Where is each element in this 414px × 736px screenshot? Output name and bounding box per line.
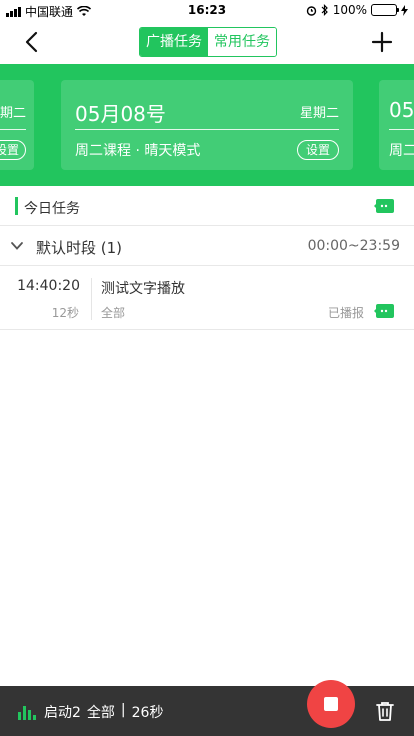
group-name: 默认时段 (1): [36, 239, 123, 257]
chevron-down-icon[interactable]: [10, 239, 24, 253]
task-type-segment: 广播任务 常用任务: [139, 27, 277, 57]
message-icon[interactable]: [374, 199, 394, 213]
task-status: 已播报: [327, 306, 364, 320]
today-tasks-title: 今日任务: [24, 201, 80, 217]
card-description: 周二课程 · 晴天模式: [75, 143, 201, 159]
alarm-icon: [306, 5, 316, 16]
back-button[interactable]: [18, 28, 46, 56]
section-accent-bar: [15, 197, 18, 215]
stop-icon: [324, 697, 338, 711]
task-divider: [91, 278, 92, 320]
sound-bars-icon: [18, 704, 36, 720]
card-week: 星期二: [299, 106, 339, 121]
card-date: 05月08号: [75, 102, 166, 126]
card-settings-button[interactable]: 设置: [296, 140, 339, 160]
stop-button[interactable]: [307, 680, 355, 728]
status-right: 100%: [306, 3, 408, 17]
card-divider: [75, 129, 339, 130]
task-time: 14:40:20: [17, 278, 80, 294]
trash-icon[interactable]: [374, 700, 396, 722]
time-group-row[interactable]: 默认时段 (1) 00:00~23:59: [0, 226, 414, 266]
task-scope: 全部: [101, 306, 126, 320]
card-divider: [0, 129, 26, 130]
battery-icon: [371, 4, 399, 16]
tab-common-tasks[interactable]: 常用任务: [208, 28, 276, 56]
status-bar: 中国联通 16:23 100%: [0, 0, 414, 20]
charging-icon: [401, 4, 408, 16]
back-icon: [25, 31, 38, 53]
task-duration: 12秒: [51, 306, 79, 320]
task-name: 测试文字播放: [101, 281, 185, 297]
add-task-button[interactable]: [368, 28, 396, 56]
tab-broadcast-tasks[interactable]: 广播任务: [140, 28, 208, 56]
next-card-description: 周二: [389, 143, 414, 159]
prev-date-card[interactable]: 星期二 设置: [0, 80, 34, 170]
playback-duration: 26秒: [131, 705, 164, 721]
group-time-range: 00:00~23:59: [307, 238, 400, 254]
message-icon[interactable]: [374, 304, 394, 318]
card-divider: [389, 129, 414, 130]
bluetooth-icon: [321, 4, 328, 16]
playback-scope: 全部: [86, 705, 115, 721]
playback-separator: |: [120, 702, 126, 718]
plus-icon: [371, 31, 393, 53]
battery-percent: 100%: [332, 3, 367, 17]
playback-status: 启动2 全部 | 26秒: [44, 702, 163, 722]
next-date-card[interactable]: 05 周二: [379, 80, 414, 170]
prev-card-settings-button[interactable]: 设置: [0, 140, 26, 160]
nav-bar: 广播任务 常用任务: [0, 20, 414, 64]
task-row[interactable]: 14:40:20 12秒 测试文字播放 全部 已播报: [0, 266, 414, 330]
today-tasks-header: 今日任务: [0, 186, 414, 226]
playback-label: 启动2: [44, 705, 81, 721]
date-carousel[interactable]: 星期二 设置 05月08号 星期二 周二课程 · 晴天模式 设置 05 周二: [0, 64, 414, 186]
next-card-date: 05: [389, 98, 414, 122]
prev-card-week: 星期二: [0, 106, 26, 121]
current-date-card[interactable]: 05月08号 星期二 周二课程 · 晴天模式 设置: [61, 80, 353, 170]
